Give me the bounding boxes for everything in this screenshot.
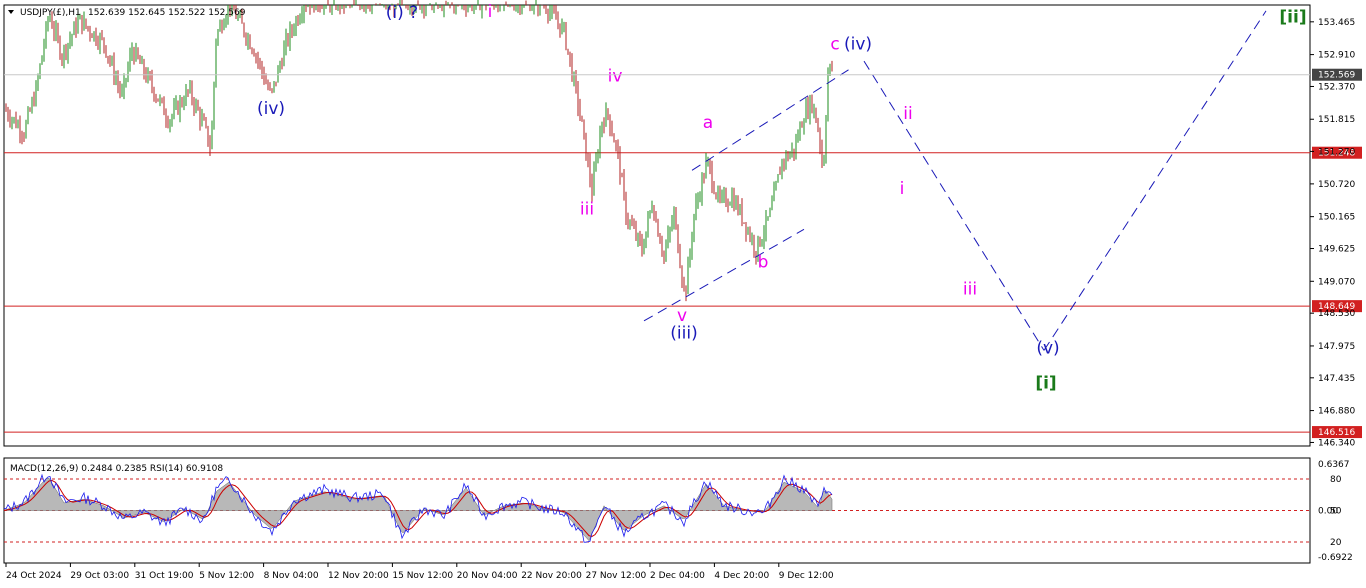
ohlc-values: 152.639 152.645 152.522 152.569: [88, 8, 246, 18]
price-chart-canvas[interactable]: 151.248148.649146.516 (i) ? i(iv)iviiiabv…: [0, 0, 1366, 588]
rsi-axis-label: 80: [1330, 475, 1342, 485]
time-tick-label: 8 Nov 04:00: [264, 571, 319, 581]
time-tick-label: 24 Oct 2024: [6, 571, 62, 581]
wave-label: ii: [903, 104, 912, 124]
wave-label: (iii): [670, 324, 697, 344]
macd-axis-label: 0.6367: [1318, 460, 1350, 470]
price-tick-label: 150.720: [1318, 180, 1355, 190]
price-tick-label: 149.070: [1318, 277, 1355, 287]
time-tick-label: 12 Nov 20:00: [328, 571, 389, 581]
time-tick-label: 22 Nov 20:00: [521, 571, 582, 581]
symbol-label: USDJPY(£),H1: [20, 8, 81, 18]
macd-axis-label: 0.00: [1318, 507, 1338, 517]
wave-label: c: [830, 34, 839, 54]
horizontal-level-label: 146.516: [1318, 428, 1355, 438]
price-tick-label: 146.340: [1318, 438, 1355, 448]
time-tick-label: 5 Nov 12:00: [199, 571, 254, 581]
time-tick-label: 15 Nov 12:00: [392, 571, 453, 581]
price-tick-label: 151.270: [1318, 147, 1355, 157]
price-tick-label: 147.975: [1318, 342, 1355, 352]
wave-label: [i]: [1035, 374, 1056, 394]
price-tick-label: 148.530: [1318, 309, 1355, 319]
time-tick-label: 31 Oct 19:00: [135, 571, 194, 581]
price-tick-label: 152.370: [1318, 82, 1355, 92]
wave-label: iii: [580, 200, 594, 220]
price-tick-label: 151.815: [1318, 115, 1355, 125]
time-tick-label: 4 Dec 20:00: [714, 571, 769, 581]
wave-label: b: [758, 253, 769, 273]
wave-label: (v): [1036, 338, 1059, 358]
rsi-axis-label: 20: [1330, 538, 1342, 548]
indicator-header: MACD(12,26,9) 0.2484 0.2385 RSI(14) 60.9…: [10, 464, 223, 474]
wave-label: iii: [963, 279, 977, 299]
wave-label: i: [900, 179, 905, 199]
time-tick-label: 20 Nov 04:00: [457, 571, 518, 581]
price-tick-label: 152.910: [1318, 51, 1355, 61]
wave-label: i: [488, 2, 493, 22]
time-tick-label: 9 Dec 12:00: [779, 571, 834, 581]
wave-label: iv: [608, 67, 623, 87]
time-tick-label: 2 Dec 04:00: [650, 571, 705, 581]
wave-label: [ii]: [1279, 8, 1306, 28]
wave-label: a: [703, 113, 713, 133]
price-tick-label: 146.880: [1318, 407, 1355, 417]
current-price-label: 152.569: [1318, 71, 1355, 81]
price-tick-label: 150.165: [1318, 213, 1355, 223]
price-tick-label: 153.465: [1318, 18, 1355, 28]
wave-label: (iv): [844, 34, 872, 54]
price-tick-label: 149.625: [1318, 245, 1355, 255]
wave-label: (iv): [257, 99, 285, 119]
time-tick-label: 29 Oct 03:00: [70, 571, 129, 581]
price-tick-label: 147.435: [1318, 374, 1355, 384]
macd-axis-label: -0.6922: [1318, 553, 1353, 563]
chart-window: 151.248 148.649 146.516 (i) ? i (iv) iv iii a b v…: [0, 0, 1366, 588]
time-tick-label: 27 Nov 12:00: [586, 571, 647, 581]
time-axis: 24 Oct 2024 29 Oct 03:00 31 Oct 19:00 5 Nov…: [5, 563, 834, 581]
wave-label: (i) ?: [386, 3, 418, 23]
main-plot-area: [3, 4, 1311, 447]
